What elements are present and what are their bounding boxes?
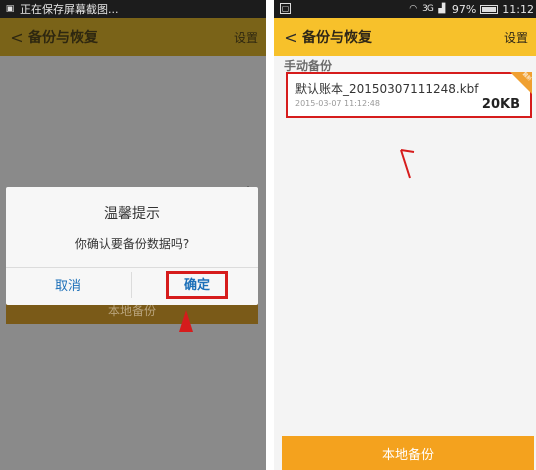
status-bar: ▣ 正在保存屏幕截图... bbox=[0, 0, 266, 18]
signal-label: 3G bbox=[422, 4, 434, 14]
clock: 11:12 bbox=[502, 2, 534, 16]
dialog-button-divider bbox=[131, 272, 132, 298]
dialog-title: 温馨提示 bbox=[104, 206, 160, 222]
confirm-button[interactable]: 确定 bbox=[166, 271, 228, 299]
back-arrow-icon[interactable]: < bbox=[8, 28, 26, 47]
backup-file-item[interactable]: 默认账本_20150307111248.kbf 2015-03-07 11:12… bbox=[286, 72, 532, 118]
back-arrow-icon[interactable]: < bbox=[282, 28, 300, 47]
settings-button[interactable]: 设置 bbox=[504, 29, 528, 46]
page-title: 备份与恢复 bbox=[28, 30, 98, 46]
confirm-dialog: 温馨提示 你确认要备份数据吗? 取消 确定 bbox=[6, 187, 258, 305]
dialog-divider bbox=[6, 267, 258, 268]
page-title: 备份与恢复 bbox=[302, 30, 372, 46]
cancel-button[interactable]: 取消 bbox=[28, 275, 108, 294]
local-backup-button[interactable]: 本地备份 bbox=[282, 436, 534, 470]
settings-button[interactable]: 设置 bbox=[234, 29, 258, 46]
backup-file-size: 20KB bbox=[481, 97, 520, 112]
backup-file-time: 2015-03-07 11:12:48 bbox=[295, 99, 380, 108]
right-screen: ▢ ◠ 3G ▟ 97% 11:12 < 备份与恢复 设置 手动备份 默认账本_… bbox=[274, 0, 536, 470]
wifi-icon: ◠ bbox=[409, 4, 418, 14]
title-bar: < 备份与恢复 设置 bbox=[0, 18, 266, 56]
title-bar: < 备份与恢复 设置 bbox=[274, 18, 536, 56]
status-bar: ▢ ◠ 3G ▟ 97% 11:12 bbox=[274, 0, 536, 18]
left-screen: ▣ 正在保存屏幕截图... < 备份与恢复 设置 本地备份 温馨提示 你确认要备… bbox=[0, 0, 266, 470]
image-icon: ▢ bbox=[280, 3, 291, 14]
battery-icon bbox=[480, 4, 499, 14]
newest-badge: 最新 bbox=[510, 72, 532, 94]
backup-file-name: 默认账本_20150307111248.kbf bbox=[295, 82, 479, 96]
signal-icon: ▟ bbox=[438, 4, 446, 14]
dialog-message: 你确认要备份数据吗? bbox=[74, 237, 190, 251]
status-text: 正在保存屏幕截图... bbox=[20, 3, 119, 16]
newest-badge-text: 最新 bbox=[520, 72, 532, 83]
red-arrow-icon bbox=[179, 310, 193, 332]
red-arrow-icon bbox=[400, 149, 415, 179]
screenshot-icon: ▣ bbox=[5, 4, 15, 14]
panel-gap bbox=[266, 0, 274, 470]
battery-percent: 97% bbox=[451, 2, 477, 16]
